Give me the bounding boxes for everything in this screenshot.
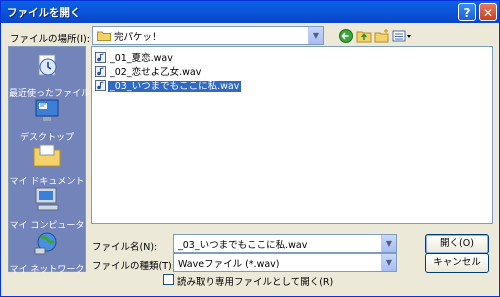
place-desktop[interactable]: デスクトップ [9,97,85,143]
file-item-selected[interactable]: _03_いつまでもここに私.wav [95,78,242,92]
file-list[interactable]: _01_夏恋.wav _02_恋せよ乙女.wav _03_いつまでもここに私.w… [91,46,493,224]
my-computer-icon [35,187,59,211]
view-menu-icon[interactable] [391,28,413,44]
lookin-combo[interactable]: 完パケッ！ ▼ [92,26,324,45]
filename-value: _03_いつまでもここに私.wav [178,240,308,251]
cancel-button[interactable]: キャンセル [425,253,489,273]
place-label-mynetwork: マイ ネットワーク [9,265,85,275]
window-title: ファイルを開く [7,7,81,19]
filename-label: ファイル名(N): [92,242,158,253]
chevron-down-icon[interactable]: ▼ [308,27,323,44]
place-mynetwork[interactable]: マイ ネットワーク [9,229,85,275]
folder-icon [97,31,111,41]
filename-combo[interactable]: _03_いつまでもここに私.wav ▼ [173,234,397,253]
up-folder-icon[interactable] [355,28,373,44]
chevron-down-icon[interactable]: ▼ [381,235,396,252]
filetype-label: ファイルの種類(T): [92,261,175,272]
new-folder-icon[interactable] [373,28,391,44]
recent-documents-icon [38,54,57,76]
file-name: _03_いつまでもここに私.wav [108,81,242,92]
desktop-icon [35,99,59,121]
chevron-down-icon[interactable]: ▼ [381,254,396,271]
file-item[interactable]: _02_恋せよ乙女.wav [95,64,203,78]
readonly-label[interactable]: 読み取り専用ファイルとして開く(R) [177,274,333,288]
filetype-value: Waveファイル (*.wav) [178,259,280,270]
help-button[interactable]: ? [458,3,476,21]
audio-file-icon [95,79,106,91]
places-bar: 最近使ったファイル デスクトップ マイ ドキュメント マイ コンピュータ マイ … [8,46,90,275]
file-name: _01_夏恋.wav [110,53,173,64]
file-name: _02_恋せよ乙女.wav [110,67,202,78]
open-file-dialog: ファイルを開く ? ✕ ファイルの場所(I): 完パケッ！ ▼ 最近使ったファイ… [0,0,500,297]
lookin-label: ファイルの場所(I): [10,34,90,45]
filetype-combo[interactable]: Waveファイル (*.wav) ▼ [173,253,397,272]
title-bar[interactable]: ファイルを開く ? ✕ [1,1,499,23]
readonly-checkbox[interactable] [163,274,174,285]
audio-file-icon [95,65,106,77]
lookin-value: 完パケッ！ [114,32,162,43]
file-item[interactable]: _01_夏恋.wav [95,50,175,64]
place-mydocuments[interactable]: マイ ドキュメント [9,141,85,187]
place-mycomputer[interactable]: マイ コンピュータ [9,185,85,231]
my-network-icon [34,232,57,255]
close-button[interactable]: ✕ [479,3,497,21]
open-button[interactable]: 開く(O) [425,234,489,254]
audio-file-icon [95,51,106,63]
back-icon[interactable] [337,28,355,44]
place-recent[interactable]: 最近使ったファイル [9,53,90,99]
my-documents-icon [33,144,61,167]
